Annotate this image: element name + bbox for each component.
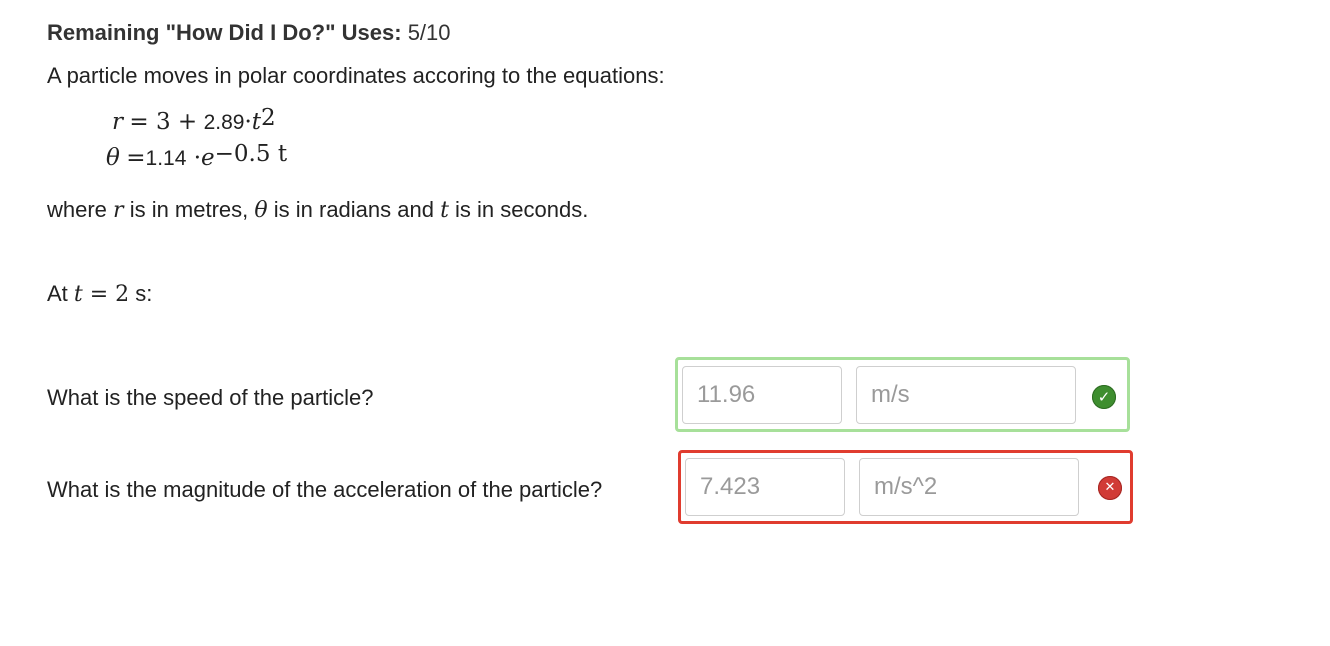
remaining-uses-value: 5/10 (407, 20, 451, 45)
equation-r: r = 3 + 2.89·t2 (112, 105, 276, 135)
at-t: t (73, 282, 83, 307)
equation-theta: θ =1.14 ·e−0.5 t (106, 141, 288, 171)
speed-unit-input[interactable]: m/s (856, 366, 1076, 424)
eq-r-dot: · (244, 109, 252, 135)
where-p1: where (47, 197, 114, 222)
at-unit: s: (129, 281, 153, 306)
eq-theta-exp: −0.5 t (214, 141, 288, 167)
check-icon: ✓ (1092, 385, 1116, 409)
eq-r-t: t (251, 109, 262, 135)
units-statement: where r is in metres, θ is in radians an… (47, 197, 588, 223)
where-t: t (440, 198, 449, 223)
where-p3: is in radians and (267, 197, 441, 222)
remaining-uses-label: Remaining "How Did I Do?" Uses: (47, 20, 402, 45)
where-r: r (113, 198, 124, 223)
time-condition: At t = 2 s: (47, 281, 152, 307)
speed-value-input[interactable]: 11.96 (682, 366, 842, 424)
at-p1: At (47, 281, 74, 306)
eq-r-coef: 2.89 (203, 111, 245, 134)
problem-intro: A particle moves in polar coordinates ac… (47, 63, 665, 88)
acceleration-unit-input[interactable]: m/s^2 (859, 458, 1079, 516)
question-acceleration-label: What is the magnitude of the acceleratio… (47, 477, 603, 502)
eq-r-var: r (112, 109, 123, 135)
at-eq: = 2 (82, 282, 130, 307)
eq-r-op: = 3 + (129, 109, 198, 135)
eq-theta-e: e (201, 145, 215, 171)
eq-theta-coef: 1.14 (145, 147, 187, 170)
eq-theta-eq: = (126, 145, 146, 171)
where-p4: is in seconds. (448, 197, 589, 222)
question-speed-label: What is the speed of the particle? (47, 385, 374, 410)
acceleration-value-input[interactable]: 7.423 (685, 458, 845, 516)
eq-theta-var: θ (106, 145, 120, 171)
remaining-uses: Remaining "How Did I Do?" Uses: 5/10 (47, 20, 451, 46)
eq-theta-dot: · (186, 145, 202, 171)
where-theta: θ (254, 198, 268, 223)
eq-r-exp: 2 (261, 105, 276, 131)
x-icon: ✕ (1098, 476, 1122, 500)
where-p2: is in metres, (123, 197, 255, 222)
